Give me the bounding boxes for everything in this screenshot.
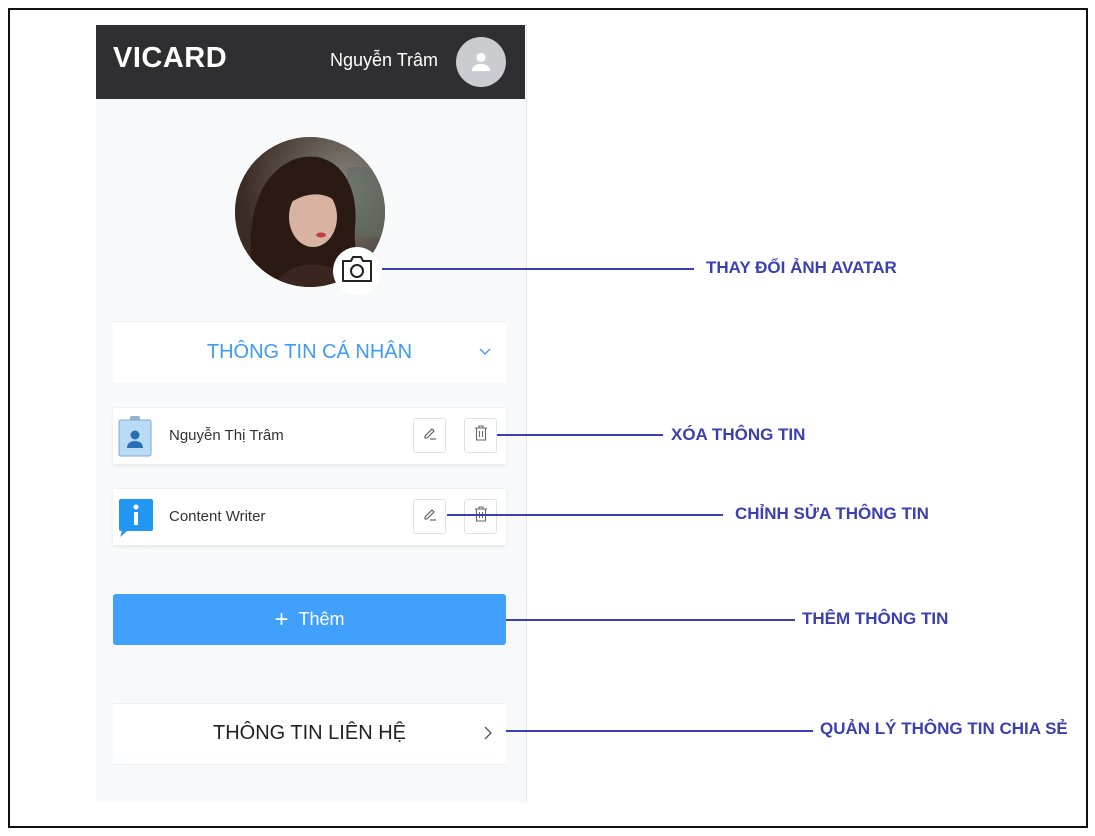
contact-info-section-header[interactable]: THÔNG TIN LIÊN HỆ bbox=[113, 703, 506, 765]
chevron-down-icon bbox=[478, 344, 492, 363]
leader-line-share bbox=[506, 730, 813, 732]
pencil-icon bbox=[422, 506, 438, 527]
add-button-label: Thêm bbox=[298, 609, 345, 629]
leader-line-add bbox=[506, 619, 795, 621]
callout-edit-info: CHỈNH SỬA THÔNG TIN bbox=[735, 504, 929, 523]
trash-icon bbox=[474, 425, 488, 446]
personal-info-title: THÔNG TIN CÁ NHÂN bbox=[206, 341, 413, 363]
info-card-name: Nguyễn Thị Trâm bbox=[113, 407, 506, 464]
info-card-job: Content Writer bbox=[113, 488, 506, 545]
info-icon bbox=[117, 497, 155, 544]
camera-icon bbox=[340, 254, 374, 289]
callout-manage-share: QUẢN LÝ THÔNG TIN CHIA SẺ bbox=[820, 719, 1068, 738]
chevron-right-icon bbox=[482, 725, 494, 746]
leader-line-edit bbox=[447, 514, 723, 516]
delete-button[interactable] bbox=[464, 418, 497, 453]
edit-button[interactable] bbox=[413, 499, 446, 534]
change-avatar-button[interactable] bbox=[333, 247, 381, 295]
callout-change-avatar: THAY ĐỔI ẢNH AVATAR bbox=[706, 258, 897, 277]
leader-line-avatar bbox=[382, 268, 694, 270]
user-avatar-icon[interactable] bbox=[456, 37, 506, 87]
app-logo: VICARD bbox=[113, 42, 228, 74]
callout-delete-info: XÓA THÔNG TIN bbox=[671, 425, 806, 444]
contact-info-title: THÔNG TIN LIÊN HỆ bbox=[213, 722, 406, 744]
plus-icon: + bbox=[274, 605, 289, 633]
id-card-icon bbox=[117, 416, 153, 463]
callout-add-info: THÊM THÔNG TIN bbox=[802, 609, 949, 628]
leader-line-delete bbox=[497, 434, 663, 436]
personal-info-section-header[interactable]: THÔNG TIN CÁ NHÂN bbox=[113, 321, 506, 383]
edit-button[interactable] bbox=[413, 418, 446, 453]
pencil-icon bbox=[422, 425, 438, 446]
card-text: Nguyễn Thị Trâm bbox=[169, 427, 284, 444]
app-screen: VICARD Nguyễn Trâm THÔNG TIN CÁ NHÂN Ngu… bbox=[96, 25, 527, 802]
username-label: Nguyễn Trâm bbox=[330, 50, 439, 70]
top-bar: VICARD Nguyễn Trâm bbox=[96, 25, 525, 99]
trash-icon bbox=[474, 506, 488, 527]
add-info-button[interactable]: + Thêm bbox=[113, 594, 506, 645]
delete-button[interactable] bbox=[464, 499, 497, 534]
card-text: Content Writer bbox=[169, 508, 266, 525]
